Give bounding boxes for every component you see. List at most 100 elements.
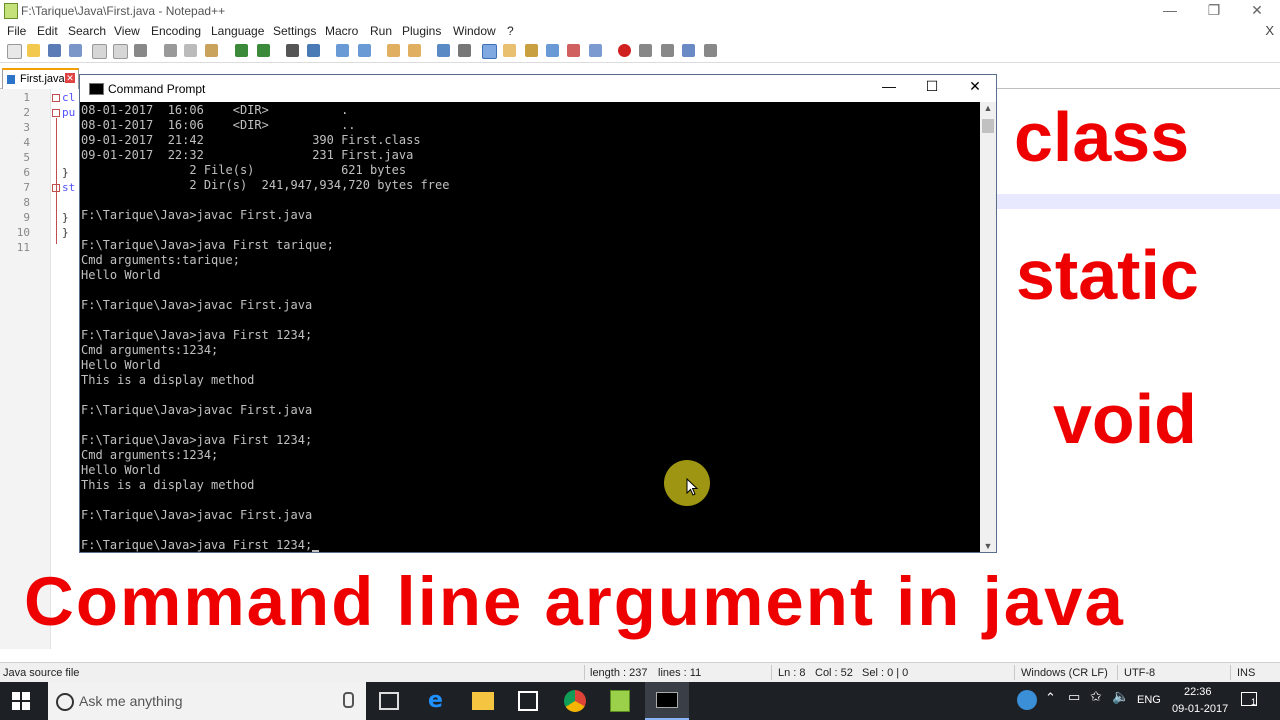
wifi-icon[interactable]: ✩ — [1090, 688, 1102, 705]
status-insert-mode: INS — [1237, 667, 1256, 679]
cmd-maximize-icon[interactable]: ☐ — [917, 78, 947, 95]
menu-language[interactable]: Language — [211, 24, 264, 38]
chrome-icon[interactable] — [564, 690, 586, 712]
line-number: 10 — [16, 226, 30, 239]
menu-settings[interactable]: Settings — [273, 24, 316, 38]
menu-help[interactable]: ? — [507, 24, 514, 38]
minimize-icon[interactable]: — — [1160, 2, 1180, 18]
notepad-title-bar: F:\Tarique\Java\First.java - Notepad++ —… — [0, 0, 1280, 22]
volume-icon[interactable]: 🔈 — [1112, 688, 1129, 705]
cmd-taskbar-icon — [656, 692, 678, 708]
status-file-type: Java source file — [3, 667, 80, 679]
status-separator — [1230, 665, 1231, 680]
redo-icon[interactable] — [257, 44, 270, 57]
menu-plugins[interactable]: Plugins — [402, 24, 441, 38]
language-indicator[interactable]: ENG — [1137, 694, 1161, 706]
stop-macro-icon[interactable] — [639, 44, 652, 57]
save-icon[interactable] — [48, 44, 61, 57]
store-icon[interactable] — [518, 691, 538, 711]
edge-icon[interactable]: e — [428, 690, 450, 712]
file-explorer-icon[interactable] — [472, 692, 494, 710]
cmd-output[interactable]: 08-01-2017 16:06 <DIR> . 08-01-2017 16:06… — [81, 102, 979, 552]
notepadpp-taskbar-icon[interactable] — [610, 690, 630, 712]
code-fragment: st — [62, 181, 76, 194]
record-macro-icon[interactable] — [618, 44, 631, 57]
fold-marker[interactable] — [52, 109, 60, 117]
show-hidden-icons[interactable]: ⌃ — [1045, 690, 1056, 706]
close-icon[interactable]: ✕ — [1247, 2, 1267, 19]
task-view-icon[interactable] — [379, 692, 399, 710]
cmd-output-line: Hello World — [81, 463, 161, 477]
menu-file[interactable]: File — [7, 24, 26, 38]
line-number: 9 — [23, 211, 30, 224]
menu-run[interactable]: Run — [370, 24, 392, 38]
run-macro-multiple-icon[interactable] — [682, 44, 695, 57]
cut-icon[interactable] — [164, 44, 177, 57]
scroll-down-icon[interactable]: ▼ — [980, 541, 996, 551]
zoom-out-icon[interactable] — [358, 44, 371, 57]
status-eol: Windows (CR LF) — [1021, 667, 1108, 679]
fold-marker[interactable] — [52, 184, 60, 192]
tab-first-java[interactable]: First.java ✕ — [2, 68, 79, 89]
print-icon[interactable] — [134, 44, 147, 57]
close-all-icon[interactable] — [113, 44, 128, 59]
cmd-scrollbar[interactable]: ▲ ▼ — [980, 102, 996, 552]
open-file-icon[interactable] — [27, 44, 40, 57]
clock-time[interactable]: 22:36 — [1184, 686, 1212, 698]
restore-icon[interactable]: ❐ — [1204, 2, 1224, 19]
doc-map-icon[interactable] — [525, 44, 538, 57]
cmd-minimize-icon[interactable]: — — [874, 78, 904, 94]
play-macro-icon[interactable] — [661, 44, 674, 57]
undo-icon[interactable] — [235, 44, 248, 57]
menu-encoding[interactable]: Encoding — [151, 24, 201, 38]
status-bar: Java source file length : 237 lines : 11… — [0, 662, 1280, 683]
scroll-up-icon[interactable]: ▲ — [980, 103, 996, 113]
monitoring-icon[interactable] — [589, 44, 602, 57]
indent-guide-icon[interactable] — [482, 44, 497, 59]
clock-date[interactable]: 09-01-2017 — [1172, 703, 1228, 715]
folder-workspace-icon[interactable] — [567, 44, 580, 57]
menu-bar: File Edit Search View Encoding Language … — [0, 22, 1280, 40]
tab-close-icon[interactable]: ✕ — [65, 73, 75, 83]
cmd-output-line: Cmd arguments:1234; — [81, 448, 219, 462]
cmd-taskbar-button[interactable] — [645, 682, 689, 720]
save-all-icon[interactable] — [69, 44, 82, 57]
windows-start-icon[interactable] — [12, 692, 30, 710]
sync-horizontal-icon[interactable] — [408, 44, 421, 57]
status-separator — [771, 665, 772, 680]
sync-vertical-icon[interactable] — [387, 44, 400, 57]
save-macro-icon[interactable] — [704, 44, 717, 57]
function-list-icon[interactable] — [546, 44, 559, 57]
replace-icon[interactable] — [307, 44, 320, 57]
close-document-icon[interactable]: X — [1265, 23, 1274, 38]
cmd-title-bar[interactable]: Command Prompt — ☐ ✕ — [80, 75, 996, 102]
copy-icon[interactable] — [184, 44, 197, 57]
action-center-icon[interactable]: 1 — [1241, 692, 1257, 707]
menu-search[interactable]: Search — [68, 24, 106, 38]
line-number: 2 — [23, 106, 30, 119]
menu-window[interactable]: Window — [453, 24, 496, 38]
paste-icon[interactable] — [205, 44, 218, 57]
microphone-icon[interactable] — [343, 692, 354, 708]
cmd-output-line: Cmd arguments:tarique; — [81, 253, 240, 267]
find-icon[interactable] — [286, 44, 299, 57]
tray-app-icon[interactable] — [1017, 690, 1037, 710]
user-language-icon[interactable] — [503, 44, 516, 57]
overlay-word-void: void — [1053, 380, 1197, 458]
overlay-title: Command line argument in java — [24, 563, 1125, 640]
status-lines: lines : 11 — [658, 667, 702, 679]
show-all-chars-icon[interactable] — [458, 44, 471, 57]
cmd-close-icon[interactable]: ✕ — [960, 78, 990, 95]
menu-macro[interactable]: Macro — [325, 24, 358, 38]
status-separator — [1014, 665, 1015, 680]
close-file-icon[interactable] — [92, 44, 107, 59]
menu-view[interactable]: View — [114, 24, 140, 38]
fold-marker[interactable] — [52, 94, 60, 102]
new-file-icon[interactable] — [7, 44, 22, 59]
zoom-in-icon[interactable] — [336, 44, 349, 57]
network-icon[interactable]: ▭ — [1068, 689, 1080, 705]
menu-edit[interactable]: Edit — [37, 24, 58, 38]
word-wrap-icon[interactable] — [437, 44, 450, 57]
taskbar-search[interactable]: Ask me anything — [48, 682, 366, 720]
scroll-thumb[interactable] — [982, 119, 994, 133]
